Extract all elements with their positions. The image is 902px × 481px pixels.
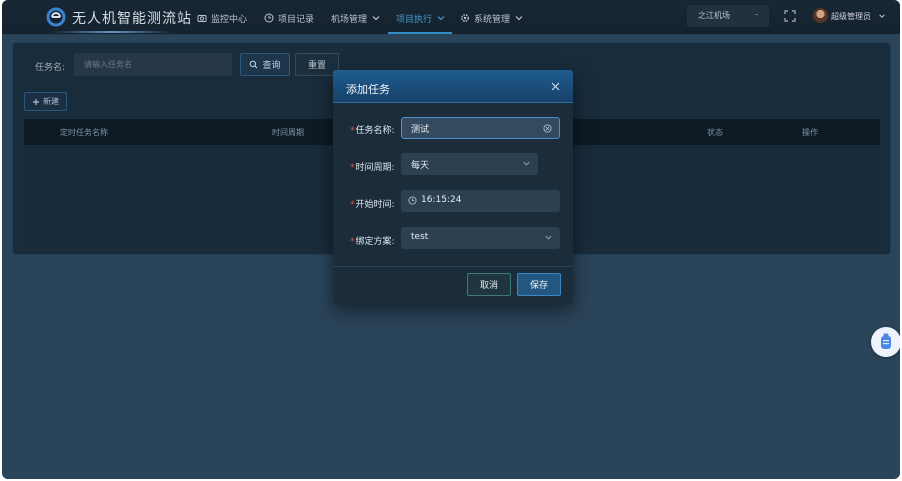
period-select[interactable]: 每天 bbox=[401, 153, 538, 175]
dialog-title: 添加任务 bbox=[346, 83, 390, 96]
period-value: 每天 bbox=[411, 161, 430, 171]
required-mark: * bbox=[350, 237, 355, 247]
start-time-picker[interactable]: 16:15:24 bbox=[401, 190, 560, 212]
cancel-label: 取消 bbox=[479, 281, 498, 291]
app-window: 无人机智能测流站 监控中心 项目记录 机场管理 项目执行 系统管理 之江机场 超… bbox=[2, 0, 900, 479]
save-button[interactable]: 保存 bbox=[517, 273, 561, 296]
required-mark: * bbox=[350, 200, 355, 210]
dialog-header: 添加任务 bbox=[333, 70, 573, 103]
task-name-value: 测试 bbox=[411, 125, 430, 135]
assistant-icon bbox=[881, 333, 891, 349]
add-task-dialog: 添加任务 *任务名称: 测试 *时间周期: 每天 *开始时间: 16:15:24… bbox=[333, 70, 573, 304]
plan-field-label-text: 绑定方案: bbox=[355, 237, 395, 247]
task-name-input[interactable]: 测试 bbox=[401, 117, 560, 139]
required-mark: * bbox=[350, 163, 355, 173]
dialog-footer-divider bbox=[333, 266, 573, 267]
chevron-down-icon bbox=[545, 235, 552, 240]
start-time-field-label: *开始时间: bbox=[350, 197, 395, 210]
period-field-label-text: 时间周期: bbox=[355, 163, 395, 173]
period-field-label: *时间周期: bbox=[350, 160, 395, 173]
start-time-value: 16:15:24 bbox=[421, 195, 462, 205]
task-name-field-label: *任务名称: bbox=[350, 123, 395, 136]
close-icon[interactable] bbox=[551, 82, 560, 91]
cancel-button[interactable]: 取消 bbox=[467, 273, 511, 296]
save-label: 保存 bbox=[529, 281, 548, 291]
task-name-field-label-text: 任务名称: bbox=[355, 126, 395, 136]
floating-assistant-button[interactable] bbox=[871, 327, 900, 357]
plan-select[interactable]: test bbox=[401, 227, 560, 249]
clear-icon[interactable] bbox=[543, 124, 552, 133]
plan-field-label: *绑定方案: bbox=[350, 234, 395, 247]
required-mark: * bbox=[350, 126, 355, 136]
clock-icon bbox=[408, 196, 417, 205]
start-time-field-label-text: 开始时间: bbox=[355, 200, 395, 210]
chevron-down-icon bbox=[523, 161, 530, 166]
plan-value: test bbox=[411, 232, 429, 242]
